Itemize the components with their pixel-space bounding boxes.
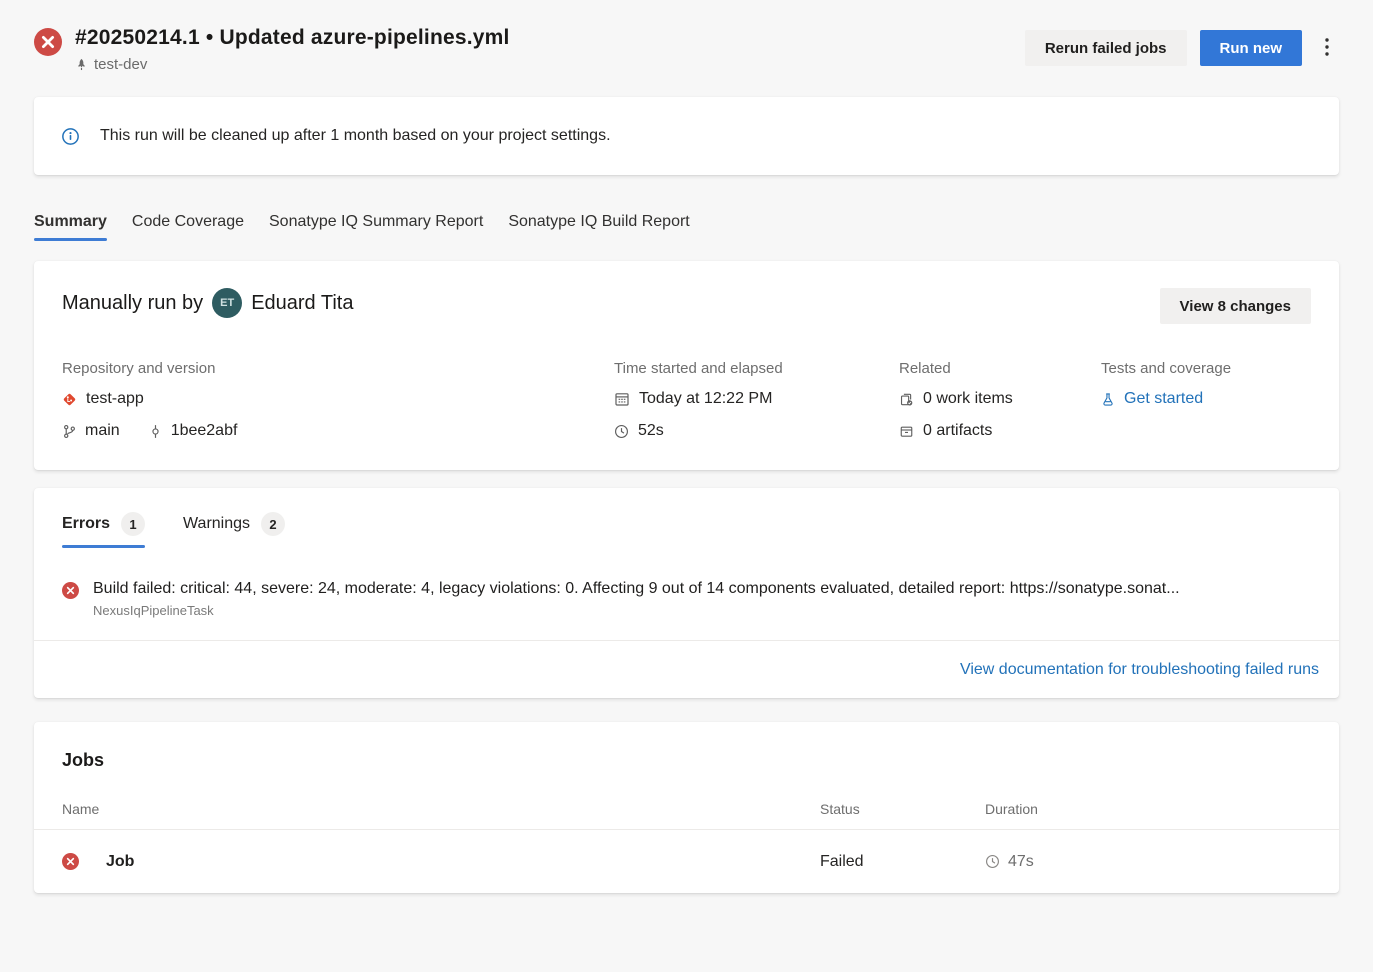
work-items-icon — [899, 392, 914, 407]
jobs-card: Jobs Name Status Duration Job Failed 47s — [34, 722, 1339, 893]
run-by-name: Eduard Tita — [251, 292, 353, 315]
errors-tab-label: Errors — [62, 515, 110, 533]
error-text-block: Build failed: critical: 44, severe: 24, … — [93, 580, 1180, 618]
avatar: ET — [212, 288, 242, 318]
branch-icon — [62, 424, 77, 439]
time-elapsed: 52s — [638, 422, 664, 440]
summary-card: Manually run by ET Eduard Tita View 8 ch… — [34, 261, 1339, 470]
commit-item[interactable]: 1bee2abf — [148, 422, 238, 440]
time-heading: Time started and elapsed — [614, 360, 899, 377]
pipeline-breadcrumb[interactable]: test-dev — [75, 56, 510, 73]
job-name-cell: Job — [62, 853, 820, 871]
job-duration-cell: 47s — [985, 853, 1311, 871]
tab-sonatype-iq-build-report[interactable]: Sonatype IQ Build Report — [508, 213, 689, 245]
warnings-tab-label: Warnings — [183, 515, 250, 533]
retention-banner: This run will be cleaned up after 1 mont… — [34, 97, 1339, 175]
tests-heading: Tests and coverage — [1101, 360, 1311, 377]
tests-get-started-row: Get started — [1101, 390, 1311, 408]
jobs-col-name: Name — [62, 801, 820, 817]
tab-errors[interactable]: Errors 1 — [62, 512, 145, 548]
info-icon — [62, 128, 79, 145]
calendar-icon — [614, 391, 630, 407]
job-name[interactable]: Job — [106, 853, 134, 871]
view-changes-button[interactable]: View 8 changes — [1160, 288, 1311, 324]
kebab-menu-icon — [1325, 38, 1329, 56]
jobs-title: Jobs — [34, 750, 1339, 771]
run-title-block: #20250214.1 • Updated azure-pipelines.ym… — [75, 26, 510, 73]
run-header-left: #20250214.1 • Updated azure-pipelines.ym… — [34, 26, 510, 73]
page-title: #20250214.1 • Updated azure-pipelines.ym… — [75, 26, 510, 50]
commit-hash[interactable]: 1bee2abf — [171, 422, 238, 440]
duration-clock-icon — [985, 854, 1000, 869]
git-repo-icon — [62, 392, 77, 407]
work-items-count[interactable]: 0 work items — [923, 390, 1013, 408]
time-column: Time started and elapsed Today at 12:22 … — [614, 360, 899, 440]
run-new-button[interactable]: Run new — [1200, 30, 1303, 66]
troubleshooting-docs-link[interactable]: View documentation for troubleshooting f… — [960, 661, 1319, 679]
repository-name[interactable]: test-app — [86, 390, 144, 408]
summary-head: Manually run by ET Eduard Tita View 8 ch… — [62, 288, 1311, 324]
error-item[interactable]: Build failed: critical: 44, severe: 24, … — [34, 548, 1339, 618]
issues-footer: View documentation for troubleshooting f… — [34, 641, 1339, 698]
run-tabbar: Summary Code Coverage Sonatype IQ Summar… — [34, 213, 1339, 245]
pipeline-icon — [75, 58, 88, 71]
branch-item[interactable]: main — [62, 422, 120, 440]
tab-code-coverage[interactable]: Code Coverage — [132, 213, 244, 245]
artifacts-row[interactable]: 0 artifacts — [899, 422, 1101, 440]
work-items-row[interactable]: 0 work items — [899, 390, 1101, 408]
version-row: main 1bee2abf — [62, 422, 614, 440]
run-header-actions: Rerun failed jobs Run new — [1025, 26, 1339, 66]
branch-name[interactable]: main — [85, 422, 120, 440]
run-header: #20250214.1 • Updated azure-pipelines.ym… — [34, 0, 1339, 73]
summary-columns: Repository and version test-app main — [62, 360, 1311, 440]
tab-sonatype-iq-summary-report[interactable]: Sonatype IQ Summary Report — [269, 213, 483, 245]
issues-card: Errors 1 Warnings 2 Build failed: critic… — [34, 488, 1339, 698]
run-by-prefix: Manually run by — [62, 292, 203, 315]
jobs-table-header: Name Status Duration — [34, 801, 1339, 830]
clock-icon — [614, 424, 629, 439]
related-column: Related 0 work items 0 artifacts — [899, 360, 1101, 440]
pipeline-name[interactable]: test-dev — [94, 56, 147, 73]
warnings-count-badge: 2 — [261, 512, 285, 536]
repository-row[interactable]: test-app — [62, 390, 614, 408]
tab-warnings[interactable]: Warnings 2 — [183, 512, 285, 548]
get-started-link[interactable]: Get started — [1124, 390, 1203, 408]
commit-icon — [148, 424, 163, 439]
error-failed-icon — [62, 582, 79, 599]
artifacts-count[interactable]: 0 artifacts — [923, 422, 992, 440]
related-heading: Related — [899, 360, 1101, 377]
errors-count-badge: 1 — [121, 512, 145, 536]
beaker-icon — [1101, 392, 1115, 407]
error-message: Build failed: critical: 44, severe: 24, … — [93, 580, 1180, 598]
time-started-row: Today at 12:22 PM — [614, 390, 899, 408]
rerun-failed-jobs-button[interactable]: Rerun failed jobs — [1025, 30, 1187, 66]
run-by: Manually run by ET Eduard Tita — [62, 288, 353, 318]
pipeline-run-page: #20250214.1 • Updated azure-pipelines.ym… — [0, 0, 1373, 893]
retention-message: This run will be cleaned up after 1 mont… — [100, 127, 611, 145]
artifacts-icon — [899, 424, 914, 439]
repository-heading: Repository and version — [62, 360, 614, 377]
jobs-col-duration: Duration — [985, 801, 1311, 817]
job-status: Failed — [820, 853, 985, 871]
tab-summary[interactable]: Summary — [34, 213, 107, 245]
jobs-col-status: Status — [820, 801, 985, 817]
job-failed-icon — [62, 853, 79, 870]
error-source: NexusIqPipelineTask — [93, 603, 1180, 618]
table-row[interactable]: Job Failed 47s — [34, 830, 1339, 893]
failed-icon — [34, 28, 62, 56]
more-options-button[interactable] — [1315, 32, 1339, 65]
time-elapsed-row: 52s — [614, 422, 899, 440]
job-duration: 47s — [1008, 853, 1034, 871]
issues-tabbar: Errors 1 Warnings 2 — [34, 512, 1339, 548]
time-started: Today at 12:22 PM — [639, 390, 772, 408]
repository-column: Repository and version test-app main — [62, 360, 614, 440]
tests-column: Tests and coverage Get started — [1101, 360, 1311, 440]
